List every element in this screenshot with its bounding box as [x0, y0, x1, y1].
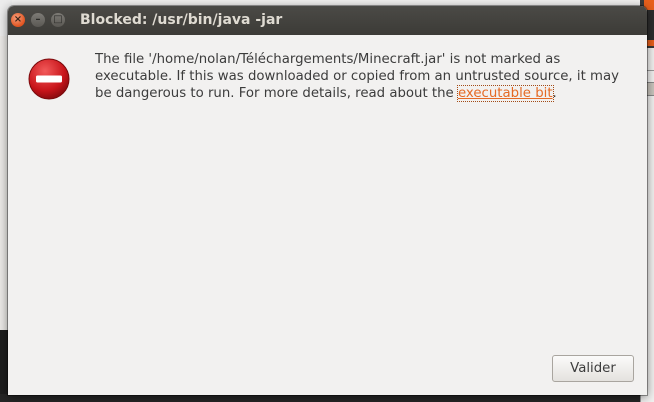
- blocked-dialog: × – □ Blocked: /usr/bin/java -jar The fi…: [8, 6, 647, 395]
- dialog-message: The file '/home/nolan/Téléchargements/Mi…: [95, 51, 635, 102]
- close-window-button[interactable]: ×: [11, 13, 25, 27]
- stop-icon: [28, 58, 70, 100]
- dialog-title: Blocked: /usr/bin/java -jar: [80, 12, 283, 28]
- background-bottom-strip: [0, 394, 654, 402]
- ok-button[interactable]: Valider: [552, 355, 634, 382]
- titlebar: × – □ Blocked: /usr/bin/java -jar: [8, 6, 647, 35]
- message-end: .: [552, 86, 557, 101]
- maximize-window-button[interactable]: □: [51, 13, 65, 27]
- minimize-window-button[interactable]: –: [31, 13, 45, 27]
- dialog-content: The file '/home/nolan/Téléchargements/Mi…: [8, 35, 647, 395]
- executable-bit-link[interactable]: executable bit: [456, 85, 554, 102]
